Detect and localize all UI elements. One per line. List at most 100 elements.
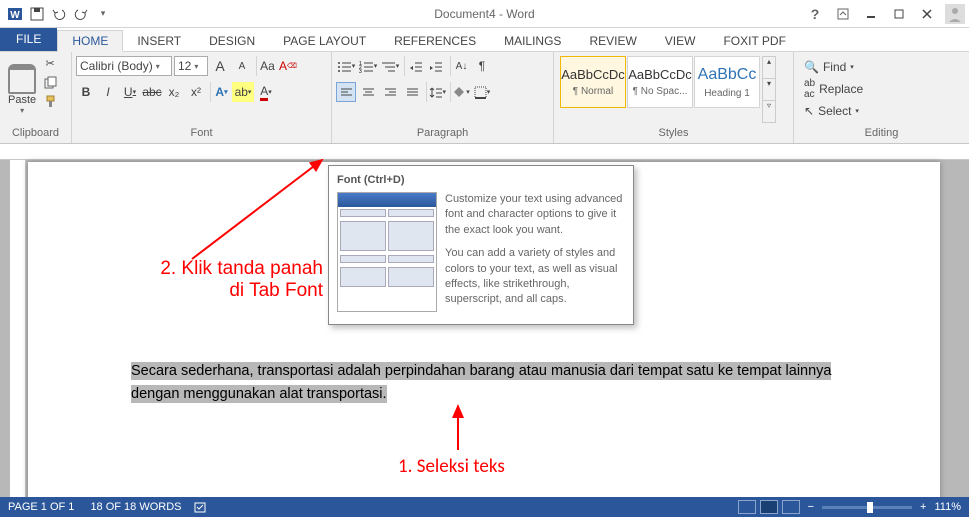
tab-view[interactable]: VIEW: [651, 31, 710, 51]
page[interactable]: Font (Ctrl+D) Customize your text using …: [28, 162, 940, 497]
replace-icon: abac: [804, 78, 815, 100]
maximize-button[interactable]: [885, 4, 913, 24]
word-app-icon: W: [4, 3, 26, 25]
underline-button[interactable]: U▾: [120, 82, 140, 102]
title-bar: W ▾ Document4 - Word ?: [0, 0, 969, 28]
tab-home[interactable]: HOME: [57, 30, 123, 52]
line-spacing-button[interactable]: ▾: [426, 82, 446, 102]
zoom-slider[interactable]: [822, 506, 912, 509]
group-paragraph-label: Paragraph: [332, 127, 553, 143]
highlight-button[interactable]: ab▾: [232, 82, 254, 102]
find-button[interactable]: 🔍Find▾: [804, 56, 863, 78]
minimize-button[interactable]: [857, 4, 885, 24]
tab-review[interactable]: REVIEW: [575, 31, 650, 51]
status-page[interactable]: PAGE 1 OF 1: [8, 501, 74, 513]
annotation-1: 1. Seleksi teks: [398, 455, 505, 478]
account-icon[interactable]: [941, 4, 969, 24]
numbering-button[interactable]: 123▾: [358, 56, 378, 76]
document-selected-text[interactable]: Secara sederhana, transportasi adalah pe…: [131, 359, 845, 406]
bold-button[interactable]: B: [76, 82, 96, 102]
justify-button[interactable]: [402, 82, 422, 102]
undo-icon[interactable]: [48, 3, 70, 25]
strikethrough-button[interactable]: abc: [142, 82, 162, 102]
tab-foxit-pdf[interactable]: FOXIT PDF: [709, 31, 799, 51]
replace-button[interactable]: abacReplace: [804, 78, 863, 100]
clear-format-button[interactable]: A⌫: [278, 56, 298, 76]
superscript-button[interactable]: x²: [186, 82, 206, 102]
decrease-indent-button[interactable]: [404, 56, 424, 76]
arrow-1: [448, 402, 468, 452]
zoom-out-button[interactable]: −: [808, 501, 814, 513]
text-effects-button[interactable]: A▾: [210, 82, 230, 102]
multilevel-button[interactable]: ▾: [380, 56, 400, 76]
redo-icon[interactable]: [70, 3, 92, 25]
group-font: Calibri (Body)▾ 12▾ A A Aa A⌫ B I U▾ abc…: [72, 52, 332, 143]
group-editing: 🔍Find▾ abacReplace ↖Select▾ Editing: [794, 52, 969, 143]
style-heading1[interactable]: AaBbCcHeading 1: [694, 56, 760, 108]
zoom-level[interactable]: 111%: [934, 501, 961, 513]
select-button[interactable]: ↖Select▾: [804, 100, 863, 122]
tab-insert[interactable]: INSERT: [123, 31, 195, 51]
copy-icon[interactable]: [42, 73, 58, 91]
help-icon[interactable]: ?: [801, 4, 829, 24]
shading-button[interactable]: ▾: [450, 82, 470, 102]
font-size-combo[interactable]: 12▾: [174, 56, 208, 76]
group-clipboard-label: Clipboard: [0, 127, 71, 143]
shrink-font-button[interactable]: A: [232, 56, 252, 76]
tab-mailings[interactable]: MAILINGS: [490, 31, 575, 51]
group-paragraph: ▾ 123▾ ▾ A↓ ¶ ▾ ▾ ▾ Paragraph: [332, 52, 554, 143]
cut-icon[interactable]: ✂: [42, 54, 58, 72]
close-button[interactable]: [913, 4, 941, 24]
window-controls: ?: [801, 4, 969, 24]
italic-button[interactable]: I: [98, 82, 118, 102]
status-bar: PAGE 1 OF 1 18 OF 18 WORDS − + 111%: [0, 497, 969, 517]
tooltip-title: Font (Ctrl+D): [337, 174, 625, 186]
vertical-ruler[interactable]: [10, 160, 26, 497]
qat-customize-icon[interactable]: ▾: [92, 3, 114, 25]
subscript-button[interactable]: x₂: [164, 82, 184, 102]
read-mode-icon[interactable]: [738, 500, 756, 514]
arrow-2: [182, 154, 332, 264]
svg-text:W: W: [10, 10, 20, 21]
align-center-button[interactable]: [358, 82, 378, 102]
increase-indent-button[interactable]: [426, 56, 446, 76]
styles-more-icon[interactable]: ▿: [763, 100, 775, 122]
tooltip-text: Customize your text using advanced font …: [445, 192, 625, 316]
format-painter-icon[interactable]: [42, 92, 58, 110]
bullets-button[interactable]: ▾: [336, 56, 356, 76]
annotation-2: 2. Klik tanda panah di Tab Font: [131, 258, 323, 302]
print-layout-icon[interactable]: [760, 500, 778, 514]
styles-down-icon[interactable]: ▾: [763, 78, 775, 100]
align-left-button[interactable]: [336, 82, 356, 102]
borders-button[interactable]: ▾: [472, 82, 492, 102]
font-color-button[interactable]: A▾: [256, 82, 276, 102]
style-no-spacing[interactable]: AaBbCcDc¶ No Spac...: [627, 56, 693, 108]
group-editing-label: Editing: [794, 127, 969, 143]
sort-button[interactable]: A↓: [450, 56, 470, 76]
tab-design[interactable]: DESIGN: [195, 31, 269, 51]
status-words[interactable]: 18 OF 18 WORDS: [90, 501, 181, 513]
font-name-combo[interactable]: Calibri (Body)▾: [76, 56, 172, 76]
zoom-in-button[interactable]: +: [920, 501, 926, 513]
horizontal-ruler[interactable]: [0, 144, 969, 160]
tab-references[interactable]: REFERENCES: [380, 31, 490, 51]
view-buttons: [738, 500, 800, 514]
tab-page-layout[interactable]: PAGE LAYOUT: [269, 31, 380, 51]
web-layout-icon[interactable]: [782, 500, 800, 514]
save-icon[interactable]: [26, 3, 48, 25]
styles-up-icon[interactable]: ▴: [763, 57, 775, 78]
proofing-icon[interactable]: [194, 500, 208, 514]
group-styles: AaBbCcDc¶ Normal AaBbCcDc¶ No Spac... Aa…: [554, 52, 794, 143]
paste-button[interactable]: Paste ▾: [4, 54, 40, 125]
paste-label: Paste: [8, 94, 36, 106]
style-normal[interactable]: AaBbCcDc¶ Normal: [560, 56, 626, 108]
align-right-button[interactable]: [380, 82, 400, 102]
grow-font-button[interactable]: A: [210, 56, 230, 76]
styles-gallery[interactable]: AaBbCcDc¶ Normal AaBbCcDc¶ No Spac... Aa…: [558, 54, 762, 125]
show-marks-button[interactable]: ¶: [472, 56, 492, 76]
paste-icon: [8, 64, 36, 94]
ribbon-collapse-icon[interactable]: [829, 4, 857, 24]
change-case-button[interactable]: Aa: [256, 56, 276, 76]
group-font-label: Font: [72, 127, 331, 143]
tab-file[interactable]: FILE: [0, 27, 57, 51]
